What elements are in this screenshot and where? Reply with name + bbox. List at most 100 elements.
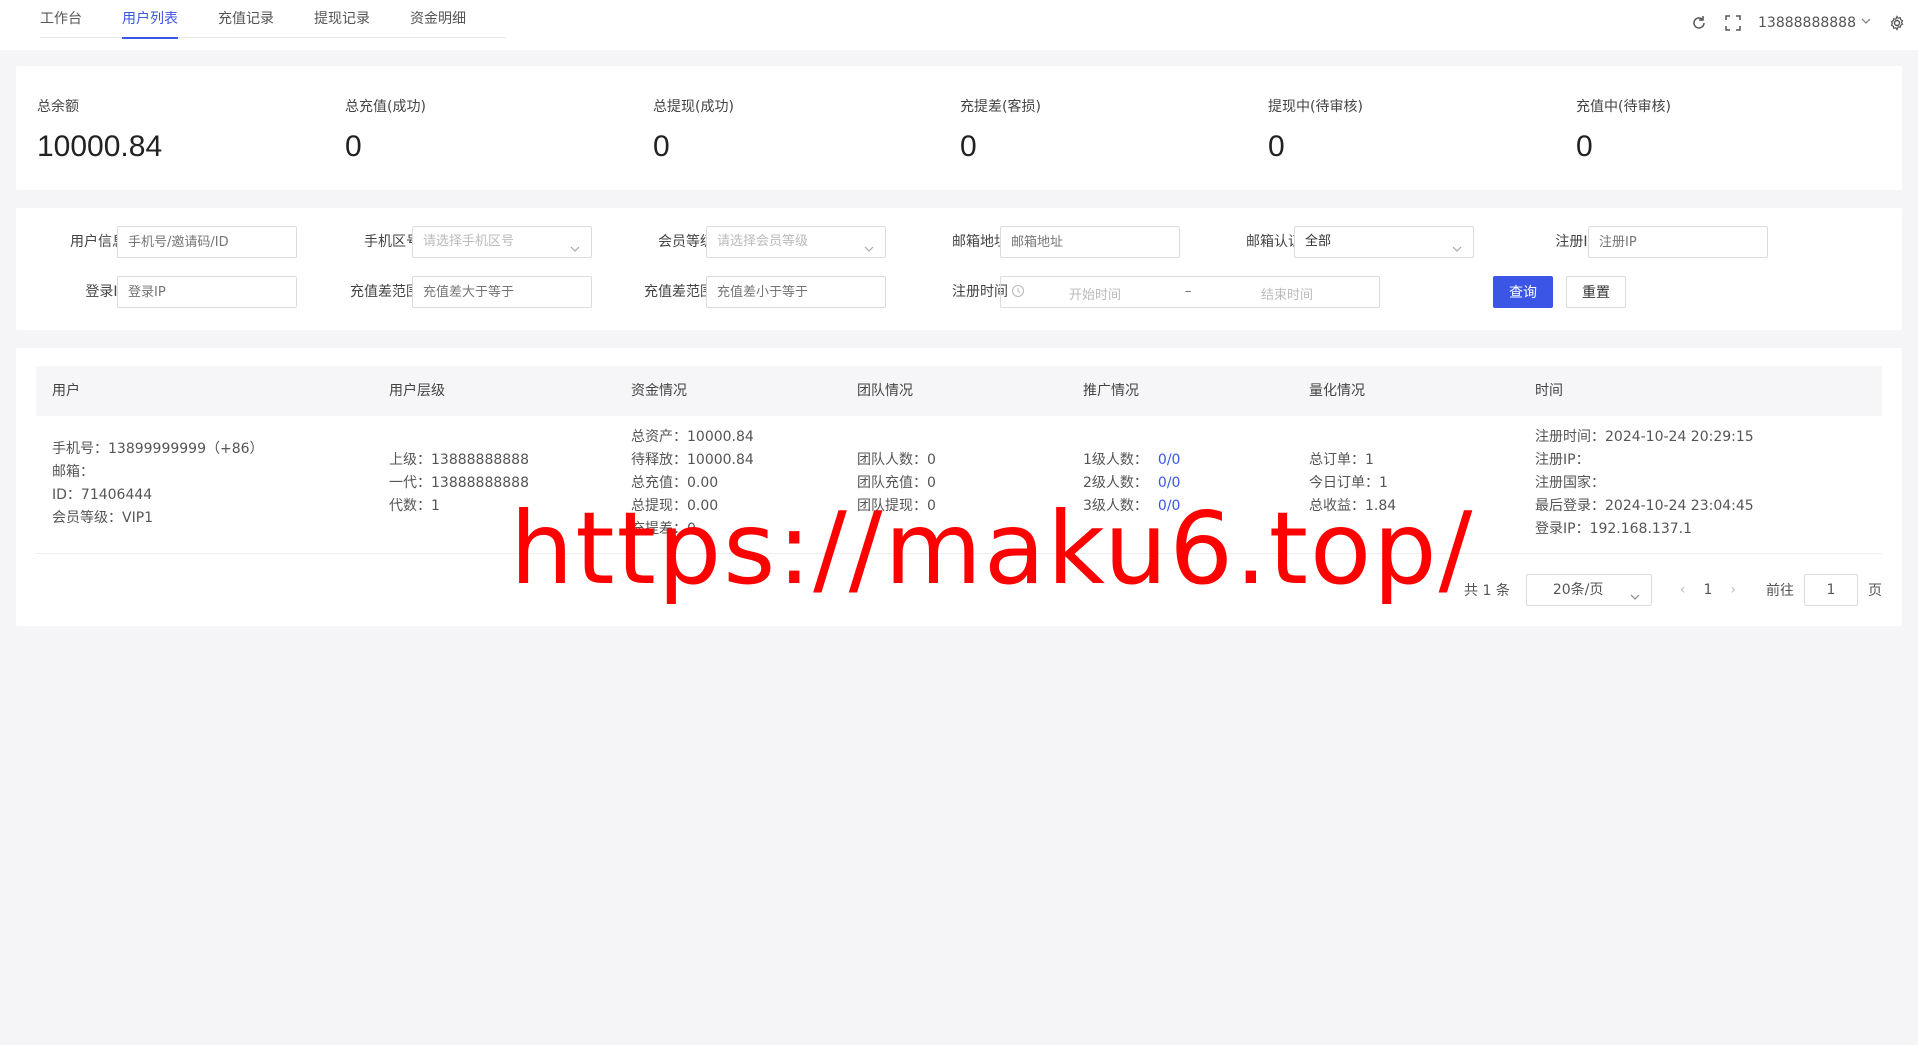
level-first-gen: 一代：13888888888 — [389, 475, 529, 491]
select-value: 全部 — [1305, 234, 1332, 249]
select-placeholder: 请选择手机区号 — [423, 234, 515, 249]
filter-label-register-ip: 注册IP — [1555, 234, 1596, 250]
team-members: 团队人数：0 — [857, 452, 936, 468]
column-header-funds: 资金情况 — [631, 383, 687, 399]
stat-recharge-pending: 充值中(待审核) 0 — [1576, 96, 1876, 164]
funds-total-assets: 总资产：10000.84 — [631, 429, 754, 445]
promo-label: 2级人数： — [1083, 475, 1148, 491]
gear-icon[interactable] — [1888, 14, 1906, 32]
page-number-current[interactable]: 1 — [1703, 582, 1712, 598]
user-id: ID：71406444 — [52, 487, 153, 503]
diff-max-input[interactable] — [706, 276, 886, 308]
stat-total-balance: 总余额 10000.84 — [37, 96, 337, 164]
register-ip: 注册IP： — [1535, 452, 1590, 468]
stat-label: 提现中(待审核) — [1268, 99, 1363, 115]
nav-tabs: 工作台 用户列表 充值记录 提现记录 资金明细 — [40, 0, 506, 39]
funds-total-recharge: 总充值：0.00 — [631, 475, 719, 491]
filter-label-diff-max: 充值差范围 — [644, 284, 714, 300]
register-ip-input[interactable] — [1588, 226, 1768, 258]
stat-value: 10000.84 — [37, 130, 163, 163]
filter-label-user-info: 用户信息 — [70, 234, 126, 250]
pagination: 共 1 条 20条/页 ‹ 1 › 前往 1 页 — [1464, 574, 1882, 606]
chevron-down-icon — [569, 237, 581, 267]
funds-total-withdraw: 总提现：0.00 — [631, 498, 719, 514]
phone-region-select[interactable]: 请选择手机区号 — [412, 226, 592, 258]
member-level-select[interactable]: 请选择会员等级 — [706, 226, 886, 258]
user-info-input[interactable] — [117, 226, 297, 258]
stat-value: 0 — [1268, 130, 1285, 163]
header-actions: 13888888888 — [1690, 14, 1906, 32]
fullscreen-icon[interactable] — [1724, 14, 1742, 32]
start-date-input[interactable]: 开始时间 — [1069, 284, 1121, 303]
column-header-promotion: 推广情况 — [1083, 383, 1139, 399]
register-time-range[interactable]: 开始时间 – 结束时间 — [1000, 276, 1380, 308]
login-ip: 登录IP：192.168.137.1 — [1535, 521, 1692, 537]
column-header-team: 团队情况 — [857, 383, 913, 399]
filter-label-email: 邮箱地址 — [952, 234, 1008, 250]
page-suffix: 页 — [1868, 583, 1882, 599]
filter-label-diff-min: 充值差范围 — [350, 284, 420, 300]
select-placeholder: 请选择会员等级 — [717, 234, 809, 249]
prev-page-icon[interactable]: ‹ — [1680, 582, 1686, 598]
login-ip-input[interactable] — [117, 276, 297, 308]
register-country: 注册国家： — [1535, 475, 1605, 491]
stats-card: 总余额 10000.84 总充值(成功) 0 总提现(成功) 0 充提差(客损)… — [16, 66, 1902, 190]
filter-label-register-time: 注册时间 — [952, 284, 1008, 300]
stat-value: 0 — [960, 130, 977, 163]
tab-user-list[interactable]: 用户列表 — [122, 0, 178, 39]
tab-workbench[interactable]: 工作台 — [40, 0, 82, 38]
funds-diff: 充提差：0 — [631, 521, 696, 537]
end-date-input[interactable]: 结束时间 — [1261, 284, 1313, 303]
page-size-select[interactable]: 20条/页 — [1525, 574, 1652, 606]
promo-level-1-link[interactable]: 0/0 — [1158, 452, 1181, 468]
goto-page-input[interactable]: 1 — [1804, 574, 1858, 606]
filter-label-email-verify: 邮箱认证 — [1246, 234, 1302, 250]
tab-recharge-records[interactable]: 充值记录 — [218, 0, 274, 38]
tab-fund-details[interactable]: 资金明细 — [410, 0, 466, 38]
cell-user: 手机号：13899999999（+86） 邮箱： ID：71406444 会员等… — [52, 438, 264, 530]
user-table-card: 用户 用户层级 资金情况 团队情况 推广情况 量化情况 时间 手机号：13899… — [16, 348, 1902, 626]
last-login: 最后登录：2024-10-24 23:04:45 — [1535, 498, 1754, 514]
user-email: 邮箱： — [52, 464, 94, 480]
team-recharge: 团队充值：0 — [857, 475, 936, 491]
cell-promotion: 1级人数： 0/0 2级人数： 0/0 3级人数： 0/0 — [1083, 449, 1180, 518]
page-size-value: 20条/页 — [1552, 582, 1604, 598]
stat-total-withdraw: 总提现(成功) 0 — [653, 96, 953, 164]
stat-value: 0 — [653, 130, 670, 163]
quant-total-earnings: 总收益：1.84 — [1309, 498, 1397, 514]
stat-label: 总余额 — [37, 99, 79, 115]
chevron-down-icon — [1860, 15, 1872, 31]
stat-value: 0 — [345, 130, 362, 163]
chevron-down-icon — [1629, 584, 1641, 614]
username: 13888888888 — [1758, 15, 1856, 31]
stat-value: 0 — [1576, 130, 1593, 163]
filter-label-member-level: 会员等级 — [658, 234, 714, 250]
cell-team: 团队人数：0 团队充值：0 团队提现：0 — [857, 449, 936, 518]
email-verify-select[interactable]: 全部 — [1294, 226, 1474, 258]
tab-withdraw-records[interactable]: 提现记录 — [314, 0, 370, 38]
refresh-icon[interactable] — [1690, 14, 1708, 32]
next-page-icon[interactable]: › — [1730, 582, 1736, 598]
table-row: 手机号：13899999999（+86） 邮箱： ID：71406444 会员等… — [36, 416, 1882, 554]
promo-label: 3级人数： — [1083, 498, 1148, 514]
user-menu[interactable]: 13888888888 — [1758, 15, 1872, 31]
quant-total-orders: 总订单：1 — [1309, 452, 1374, 468]
promo-level-2: 2级人数： 0/0 — [1083, 472, 1180, 495]
cell-funds: 总资产：10000.84 待释放：10000.84 总充值：0.00 总提现：0… — [631, 426, 754, 541]
reset-button[interactable]: 重置 — [1566, 276, 1626, 308]
filter-label-login-ip: 登录IP — [85, 284, 126, 300]
column-header-quant: 量化情况 — [1309, 383, 1365, 399]
promo-level-2-link[interactable]: 0/0 — [1158, 475, 1181, 491]
clock-icon — [1011, 284, 1025, 302]
email-input[interactable] — [1000, 226, 1180, 258]
promo-level-1: 1级人数： 0/0 — [1083, 449, 1180, 472]
query-button[interactable]: 查询 — [1493, 276, 1553, 308]
quant-today-orders: 今日订单：1 — [1309, 475, 1388, 491]
promo-label: 1级人数： — [1083, 452, 1148, 468]
pagination-total: 共 1 条 — [1464, 583, 1510, 599]
promo-level-3-link[interactable]: 0/0 — [1158, 498, 1181, 514]
level-superior: 上级：13888888888 — [389, 452, 529, 468]
funds-pending-release: 待释放：10000.84 — [631, 452, 754, 468]
stat-label: 总提现(成功) — [653, 99, 734, 115]
diff-min-input[interactable] — [412, 276, 592, 308]
